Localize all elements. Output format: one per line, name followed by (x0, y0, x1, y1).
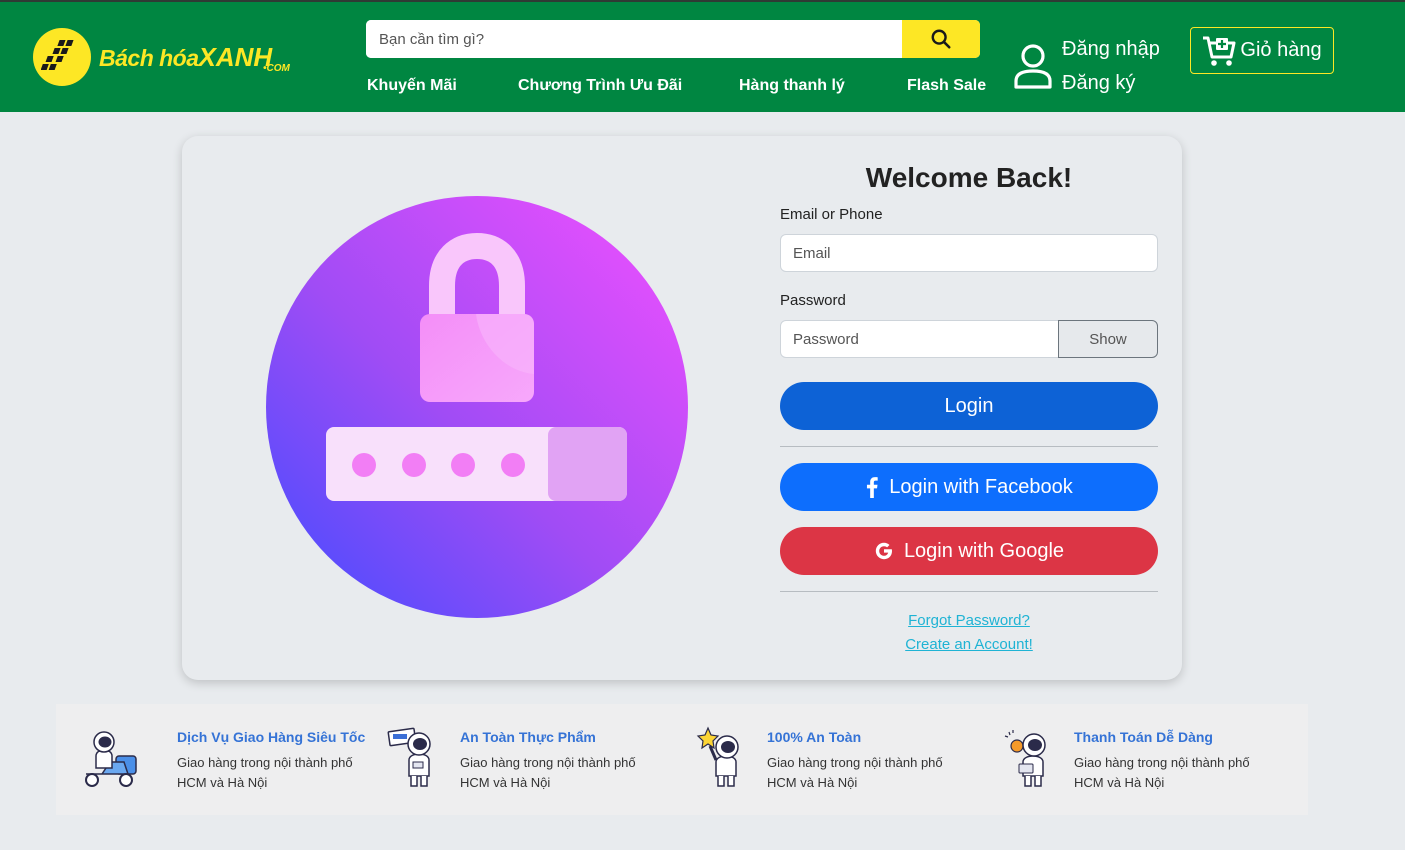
search-icon (931, 29, 951, 49)
astronaut-scooter-icon (85, 731, 137, 787)
login-button[interactable]: Login (780, 382, 1158, 430)
search-button[interactable] (902, 20, 980, 58)
account-menu: Đăng nhập Đăng ký (1014, 32, 1160, 100)
feature-title: 100% An Toàn (767, 729, 862, 745)
search-bar (366, 20, 980, 58)
google-login-button[interactable]: Login with Google (780, 527, 1158, 575)
divider (780, 591, 1158, 592)
feature-description: Giao hàng trong nội thành phố HCM và Hà … (460, 755, 636, 790)
feature-description: Giao hàng trong nội thành phố HCM và Hà … (1074, 755, 1250, 790)
create-account-link[interactable]: Create an Account! (780, 636, 1158, 653)
brand-name-part2: XANH (198, 42, 273, 72)
feature-description: Giao hàng trong nội thành phố HCM và Hà … (177, 755, 353, 790)
cart-label: Giỏ hàng (1240, 39, 1322, 61)
nav-hang-thanh-ly[interactable]: Hàng thanh lý (739, 77, 845, 95)
brand-logo[interactable]: Bách hóaXANH •COM (33, 28, 290, 86)
astronaut-sign-icon (387, 727, 431, 787)
astronaut-star-icon (696, 726, 739, 787)
search-input[interactable] (366, 20, 902, 58)
nav-flash-sale[interactable]: Flash Sale (907, 77, 986, 95)
password-label: Password (780, 292, 846, 309)
google-icon (875, 542, 892, 560)
cart-button[interactable]: Giỏ hàng (1190, 27, 1334, 74)
google-login-label: Login with Google (903, 539, 1065, 562)
register-link[interactable]: Đăng ký (1062, 66, 1160, 100)
brand-name: Bách hóaXANH (99, 44, 272, 70)
login-button-label: Login (944, 394, 994, 417)
cart-icon (1203, 36, 1236, 66)
brand-name-part1: Bách hóa (99, 45, 199, 71)
login-link[interactable]: Đăng nhập (1062, 32, 1160, 66)
nav-khuyen-mai[interactable]: Khuyến Mãi (367, 77, 457, 95)
feature-title: Thanh Toán Dễ Dàng (1074, 729, 1213, 745)
facebook-login-button[interactable]: Login with Facebook (780, 463, 1158, 511)
facebook-login-label: Login with Facebook (889, 475, 1073, 498)
facebook-icon (867, 477, 878, 498)
forgot-password-link[interactable]: Forgot Password? (780, 612, 1158, 629)
form-title: Welcome Back! (865, 162, 1073, 193)
astronaut-coin-icon (1004, 730, 1046, 787)
user-icon (1014, 44, 1052, 89)
show-password-button[interactable]: Show (1058, 320, 1158, 358)
email-field[interactable] (780, 234, 1158, 272)
feature-title: An Toàn Thực Phẩm (460, 729, 596, 745)
features-bar: Dịch Vụ Giao Hàng Siêu Tốc Giao hàng tro… (56, 704, 1308, 815)
feature-title: Dịch Vụ Giao Hàng Siêu Tốc (177, 729, 366, 745)
brand-suffix: •COM (263, 63, 290, 74)
email-label: Email or Phone (780, 206, 883, 223)
divider (780, 446, 1158, 447)
feature-description: Giao hàng trong nội thành phố HCM và Hà … (767, 755, 943, 790)
nav-chuong-trinh-uu-dai[interactable]: Chương Trình Ưu Đãi (518, 77, 682, 95)
lock-password-icon (266, 196, 688, 618)
site-header: Bách hóaXANH •COM Khuyến Mãi Chương Trìn… (0, 0, 1405, 112)
logo-badge-icon (33, 28, 91, 86)
password-field[interactable] (780, 320, 1059, 358)
login-card: Welcome Back! Email or Phone Password Sh… (182, 136, 1182, 680)
